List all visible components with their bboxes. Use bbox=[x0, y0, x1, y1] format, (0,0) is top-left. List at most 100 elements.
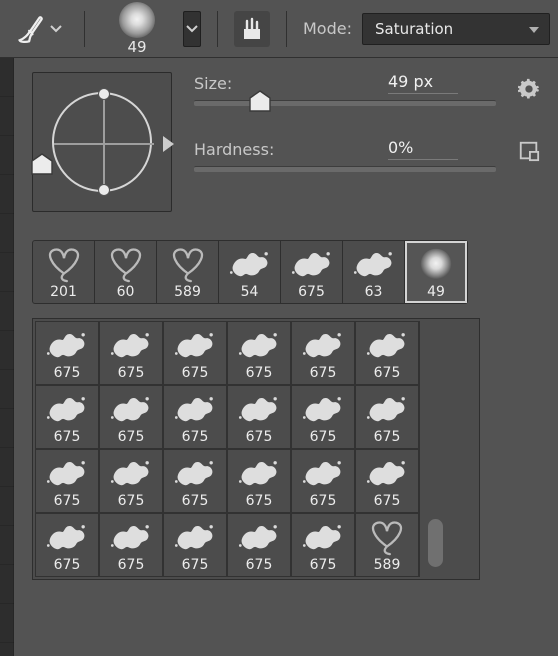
blend-mode-value: Saturation bbox=[375, 20, 453, 38]
new-preset-button[interactable] bbox=[518, 140, 540, 162]
brush-cell-17[interactable]: 675 bbox=[355, 449, 419, 513]
brush-settings-panel-button[interactable] bbox=[234, 11, 270, 47]
recent-brush-0[interactable]: 201 bbox=[33, 241, 95, 303]
brush-thumb bbox=[42, 244, 86, 284]
brush-cell-14[interactable]: 675 bbox=[163, 449, 227, 513]
angle-handle[interactable] bbox=[98, 184, 110, 196]
brush-label: 675 bbox=[310, 493, 337, 509]
brush-thumb bbox=[361, 325, 413, 365]
brush-cell-2[interactable]: 675 bbox=[163, 321, 227, 385]
brush-cell-21[interactable]: 675 bbox=[227, 513, 291, 577]
brush-thumb bbox=[41, 517, 93, 557]
brush-cell-13[interactable]: 675 bbox=[99, 449, 163, 513]
divider bbox=[84, 11, 85, 47]
brush-thumb bbox=[166, 244, 210, 284]
brush-cell-23[interactable]: 589 bbox=[355, 513, 419, 577]
brush-cell-9[interactable]: 675 bbox=[227, 385, 291, 449]
brush-cell-0[interactable]: 675 bbox=[35, 321, 99, 385]
recent-brush-3[interactable]: 54 bbox=[219, 241, 281, 303]
panel-menu-button[interactable] bbox=[518, 78, 540, 100]
hardness-slider-thumb[interactable] bbox=[31, 153, 53, 175]
brush-angle-picker[interactable] bbox=[32, 72, 172, 212]
brush-thumb bbox=[169, 325, 221, 365]
brush-cell-7[interactable]: 675 bbox=[99, 385, 163, 449]
brush-cell-8[interactable]: 675 bbox=[163, 385, 227, 449]
brush-thumb bbox=[361, 389, 413, 429]
brush-cell-22[interactable]: 675 bbox=[291, 513, 355, 577]
brush-cell-16[interactable]: 675 bbox=[291, 449, 355, 513]
brush-label: 60 bbox=[117, 284, 135, 300]
brush-thumb bbox=[352, 244, 396, 284]
brush-pot-icon bbox=[240, 17, 264, 41]
recent-brushes-row: 201 60 58954 675 63 49 bbox=[32, 240, 468, 304]
brush-cell-11[interactable]: 675 bbox=[355, 385, 419, 449]
splatter-icon bbox=[365, 456, 409, 490]
brush-cell-15[interactable]: 675 bbox=[227, 449, 291, 513]
chevron-down-icon bbox=[50, 23, 62, 35]
brush-preset-dropdown-button[interactable] bbox=[183, 11, 201, 47]
brush-thumb bbox=[297, 517, 349, 557]
brush-cell-12[interactable]: 675 bbox=[35, 449, 99, 513]
recent-brush-6[interactable]: 49 bbox=[405, 241, 467, 303]
splatter-icon bbox=[352, 247, 396, 281]
brush-size-preview[interactable]: 49 bbox=[101, 1, 173, 57]
brush-thumb bbox=[290, 244, 334, 284]
recent-brush-1[interactable]: 60 bbox=[95, 241, 157, 303]
hardness-value-input[interactable]: 0% bbox=[388, 138, 458, 160]
brush-grid-scrollbar[interactable] bbox=[419, 321, 451, 577]
brush-size-orb-icon bbox=[119, 2, 155, 38]
brush-label: 675 bbox=[374, 429, 401, 445]
brush-cell-6[interactable]: 675 bbox=[35, 385, 99, 449]
options-bar: 49 Mode: Saturation bbox=[0, 0, 558, 58]
brush-cell-18[interactable]: 675 bbox=[35, 513, 99, 577]
brush-label: 675 bbox=[118, 365, 145, 381]
brush-label: 675 bbox=[182, 493, 209, 509]
brush-label: 675 bbox=[118, 429, 145, 445]
brush-label: 675 bbox=[246, 557, 273, 573]
brush-label: 675 bbox=[298, 284, 325, 300]
size-value-input[interactable]: 49 px bbox=[388, 72, 458, 94]
brush-label: 63 bbox=[365, 284, 383, 300]
splatter-icon bbox=[237, 520, 281, 554]
brush-cell-1[interactable]: 675 bbox=[99, 321, 163, 385]
blend-mode-select[interactable]: Saturation bbox=[362, 13, 550, 45]
splatter-icon bbox=[173, 392, 217, 426]
heart-stroke-icon bbox=[45, 245, 83, 283]
chevron-down-icon bbox=[186, 23, 198, 35]
splatter-icon bbox=[109, 328, 153, 362]
brush-thumb bbox=[233, 389, 285, 429]
angle-handle[interactable] bbox=[98, 88, 110, 100]
hardness-slider-group: Hardness: 0% bbox=[194, 138, 496, 172]
brush-thumb bbox=[169, 389, 221, 429]
angle-circle bbox=[52, 92, 152, 192]
recent-brush-4[interactable]: 675 bbox=[281, 241, 343, 303]
brush-cell-4[interactable]: 675 bbox=[291, 321, 355, 385]
soft-round-icon bbox=[418, 246, 454, 282]
brush-size-preview-label: 49 bbox=[127, 38, 146, 56]
brush-thumb bbox=[233, 453, 285, 493]
brush-thumb bbox=[105, 389, 157, 429]
size-slider-thumb[interactable] bbox=[249, 90, 271, 112]
brush-cell-5[interactable]: 675 bbox=[355, 321, 419, 385]
size-slider-track[interactable] bbox=[194, 100, 496, 106]
brush-cell-19[interactable]: 675 bbox=[99, 513, 163, 577]
angle-arrow-icon[interactable] bbox=[163, 136, 174, 152]
scrollbar-thumb[interactable] bbox=[428, 519, 443, 567]
recent-brush-2[interactable]: 589 bbox=[157, 241, 219, 303]
brush-grid-container: 6756756756756756756756756756756756756756… bbox=[32, 318, 480, 580]
brush-label: 201 bbox=[50, 284, 77, 300]
heart-stroke-icon bbox=[169, 245, 207, 283]
splatter-icon bbox=[237, 328, 281, 362]
brush-thumb bbox=[105, 453, 157, 493]
hardness-label: Hardness: bbox=[194, 140, 374, 159]
splatter-icon bbox=[301, 520, 345, 554]
hardness-slider-track[interactable] bbox=[194, 166, 496, 172]
brush-tool-button[interactable] bbox=[8, 11, 68, 47]
recent-brush-5[interactable]: 63 bbox=[343, 241, 405, 303]
mode-label: Mode: bbox=[303, 19, 352, 38]
brush-cell-20[interactable]: 675 bbox=[163, 513, 227, 577]
splatter-icon bbox=[228, 247, 272, 281]
brush-preset-panel: Size: 49 px Hardness: 0% bbox=[14, 58, 558, 656]
brush-cell-10[interactable]: 675 bbox=[291, 385, 355, 449]
brush-cell-3[interactable]: 675 bbox=[227, 321, 291, 385]
